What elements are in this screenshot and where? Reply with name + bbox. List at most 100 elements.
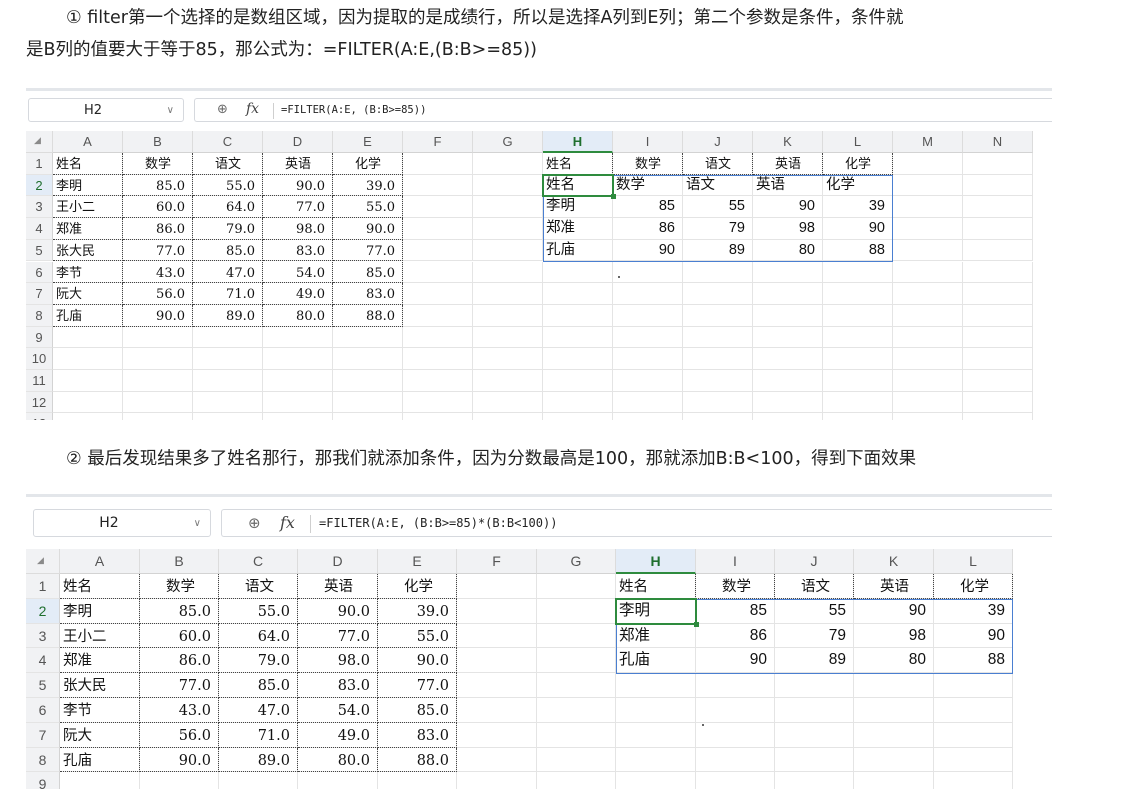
name-box[interactable]: H2 ∨ (28, 98, 184, 122)
row-header-7[interactable]: 7 (26, 722, 60, 748)
grid-cell[interactable] (683, 370, 753, 392)
source-cell[interactable]: 83.0 (333, 283, 403, 305)
grid-cell[interactable] (193, 348, 263, 370)
source-cell[interactable]: 86.0 (123, 218, 193, 240)
grid-cell[interactable] (473, 283, 543, 305)
grid-cell[interactable] (263, 413, 333, 420)
grid-cell[interactable] (403, 304, 473, 327)
grid-cell[interactable] (934, 722, 1013, 748)
source-cell[interactable]: 55.0 (193, 174, 263, 197)
grid-cell[interactable] (893, 391, 963, 414)
grid-cell[interactable] (403, 413, 473, 420)
grid-cell[interactable] (963, 153, 1033, 175)
result-cell[interactable]: 88 (823, 239, 893, 262)
source-cell[interactable]: 77.0 (263, 196, 333, 219)
result-cell[interactable]: 80 (854, 648, 934, 674)
grid-cell[interactable] (457, 698, 537, 723)
grid-cell[interactable] (537, 722, 616, 748)
grid-cell[interactable] (854, 673, 934, 698)
source-cell[interactable]: 77.0 (123, 239, 193, 262)
source-header-cell[interactable]: 英语 (298, 574, 378, 599)
column-header-f[interactable]: F (403, 131, 473, 153)
row-header-5[interactable]: 5 (26, 239, 53, 262)
grid-cell[interactable] (696, 772, 775, 789)
grid-cell[interactable] (823, 304, 893, 327)
grid-cell[interactable] (457, 722, 537, 748)
grid-cell[interactable] (543, 391, 613, 414)
column-header-j[interactable]: J (683, 131, 753, 153)
result-cell[interactable]: 孔庙 (616, 648, 696, 674)
grid-cell[interactable] (683, 326, 753, 349)
grid-cell[interactable] (473, 153, 543, 175)
result-cell[interactable]: 郑准 (616, 623, 696, 649)
source-cell[interactable]: 郑准 (53, 218, 123, 240)
source-cell[interactable]: 80.0 (298, 747, 378, 773)
column-header-l[interactable]: L (934, 549, 1013, 574)
result-header-cell[interactable]: 姓名 (616, 574, 696, 599)
source-cell[interactable]: 47.0 (193, 261, 263, 284)
grid-cell[interactable] (543, 261, 613, 284)
column-header-f[interactable]: F (457, 549, 537, 574)
column-header-i[interactable]: I (613, 131, 683, 153)
source-cell[interactable]: 49.0 (298, 722, 378, 748)
column-header-d[interactable]: D (263, 131, 333, 153)
grid-cell[interactable] (934, 747, 1013, 773)
grid-cell[interactable] (60, 772, 140, 789)
grid-cell[interactable] (753, 348, 823, 370)
row-header-9[interactable]: 9 (26, 772, 60, 789)
source-cell[interactable]: 79.0 (193, 218, 263, 240)
column-header-d[interactable]: D (298, 549, 378, 574)
grid-cell[interactable] (963, 283, 1033, 305)
source-cell[interactable]: 60.0 (123, 196, 193, 219)
source-cell[interactable]: 43.0 (140, 698, 219, 723)
result-header-cell[interactable]: 化学 (823, 153, 893, 175)
grid-cell[interactable] (613, 283, 683, 305)
grid-cell[interactable] (473, 391, 543, 414)
row-header-8[interactable]: 8 (26, 304, 53, 327)
grid-cell[interactable] (543, 370, 613, 392)
source-cell[interactable]: 39.0 (378, 598, 457, 624)
grid-cell[interactable] (613, 370, 683, 392)
grid-cell[interactable] (893, 348, 963, 370)
grid-cell[interactable] (403, 391, 473, 414)
grid-cell[interactable] (934, 698, 1013, 723)
grid-cell[interactable] (683, 304, 753, 327)
grid-cell[interactable] (753, 304, 823, 327)
source-cell[interactable]: 56.0 (123, 283, 193, 305)
source-cell[interactable]: 85.0 (123, 174, 193, 197)
source-cell[interactable]: 55.0 (219, 598, 298, 624)
source-cell[interactable]: 98.0 (263, 218, 333, 240)
select-all-corner[interactable]: ◢ (26, 549, 60, 574)
result-cell[interactable]: 98 (854, 623, 934, 649)
grid-cell[interactable] (753, 413, 823, 420)
source-cell[interactable]: 83.0 (378, 722, 457, 748)
grid-cell[interactable] (616, 747, 696, 773)
grid-cell[interactable] (457, 772, 537, 789)
grid-cell[interactable] (963, 326, 1033, 349)
grid-cell[interactable] (193, 413, 263, 420)
grid-cell[interactable] (473, 196, 543, 219)
result-header-cell[interactable]: 数学 (696, 574, 775, 599)
grid-cell[interactable] (696, 673, 775, 698)
source-cell[interactable]: 77.0 (378, 673, 457, 698)
grid-cell[interactable] (893, 413, 963, 420)
column-header-i[interactable]: I (696, 549, 775, 574)
grid-cell[interactable] (753, 370, 823, 392)
source-header-cell[interactable]: 化学 (378, 574, 457, 599)
result-cell[interactable]: 39 (934, 598, 1013, 624)
source-cell[interactable]: 85.0 (193, 239, 263, 262)
grid-cell[interactable] (823, 348, 893, 370)
grid-cell[interactable] (403, 239, 473, 262)
result-cell[interactable]: 李明 (543, 196, 613, 219)
result-cell[interactable]: 85 (696, 598, 775, 624)
grid-cell[interactable] (753, 261, 823, 284)
fx-icon[interactable]: fx (280, 513, 295, 532)
result-cell[interactable]: 90 (823, 218, 893, 240)
result-cell[interactable]: 80 (753, 239, 823, 262)
grid-cell[interactable] (543, 283, 613, 305)
grid-cell[interactable] (543, 326, 613, 349)
formula-input[interactable]: ⊕ fx =FILTER(A:E, (B:B>=85)) (194, 98, 1052, 122)
grid-cell[interactable] (893, 326, 963, 349)
grid-cell[interactable] (613, 391, 683, 414)
grid-cell[interactable] (403, 153, 473, 175)
